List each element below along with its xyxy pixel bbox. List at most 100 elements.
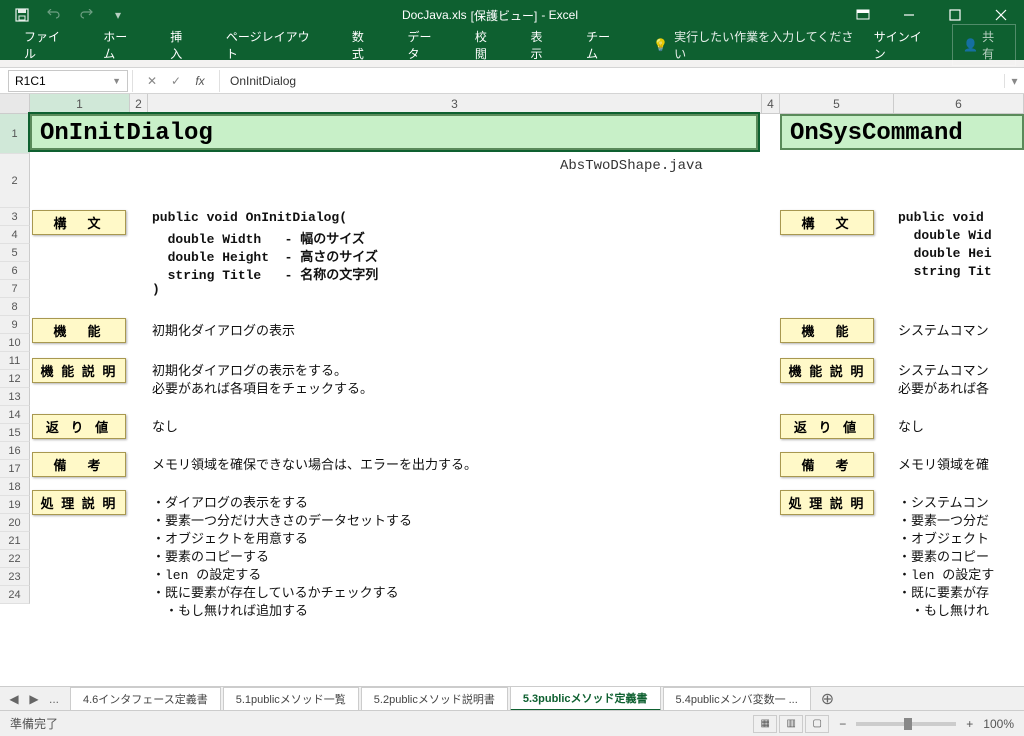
tab-team[interactable]: チーム xyxy=(570,30,637,60)
row-header[interactable]: 23 xyxy=(0,568,30,586)
zoom-slider[interactable] xyxy=(856,722,956,726)
java-filename: AbsTwoDShape.java xyxy=(560,158,703,174)
tab-pagelayout[interactable]: ページレイアウト xyxy=(210,30,336,60)
row-header[interactable]: 19 xyxy=(0,496,30,514)
formula-bar: R1C1 ▼ ✕ ✓ fx OnInitDialog ▾ xyxy=(0,68,1024,94)
funcdesc-line: 必要があれば各項目をチェックする。 xyxy=(152,378,373,397)
row-header[interactable]: 7 xyxy=(0,280,30,298)
sheet-tab[interactable]: 5.2publicメソッド説明書 xyxy=(361,687,508,710)
signin-button[interactable]: サインイン xyxy=(862,24,944,66)
sheet-tab[interactable]: 4.6インタフェース定義書 xyxy=(70,687,221,710)
tab-formulas[interactable]: 数式 xyxy=(336,30,392,60)
row-header[interactable]: 22 xyxy=(0,550,30,568)
tab-data[interactable]: データ xyxy=(392,30,459,60)
col-header[interactable]: 3 xyxy=(148,94,762,113)
tab-home[interactable]: ホーム xyxy=(87,30,154,60)
syntax-line: string Title - 名称の文字列 xyxy=(152,264,378,283)
expand-formula-icon[interactable]: ▾ xyxy=(1004,74,1024,88)
add-sheet-icon[interactable]: ⊕ xyxy=(811,689,844,709)
zoom-level[interactable]: 100% xyxy=(983,717,1014,731)
label-proc: 処 理 説 明 xyxy=(32,490,126,515)
row-header[interactable]: 14 xyxy=(0,406,30,424)
proc-line: ・オブジェクトを用意する xyxy=(152,528,308,547)
view-pagelayout-icon[interactable]: ▥ xyxy=(779,715,803,733)
sheet-tab[interactable]: 5.4publicメンバ変数一 ... xyxy=(663,687,811,710)
row-header[interactable]: 11 xyxy=(0,352,30,370)
zoom-in-icon[interactable]: + xyxy=(966,717,973,731)
row-header[interactable]: 8 xyxy=(0,298,30,316)
tab-view[interactable]: 表示 xyxy=(515,30,571,60)
view-pagebreak-icon[interactable]: ▢ xyxy=(805,715,829,733)
lightbulb-icon: 💡 xyxy=(653,38,668,52)
sheet-tab-active[interactable]: 5.3publicメソッド定義書 xyxy=(510,686,661,711)
enter-formula-icon[interactable]: ✓ xyxy=(165,74,187,88)
tab-insert[interactable]: 挿入 xyxy=(154,30,210,60)
chevron-down-icon[interactable]: ▼ xyxy=(112,76,121,86)
func-text-r: システムコマン xyxy=(898,320,989,339)
note-text: メモリ領域を確保できない場合は、エラーを出力する。 xyxy=(152,454,477,473)
worksheet-grid[interactable]: 1 2 3 4 5 6 1 2 3 4 5 6 7 8 9 10 11 12 1… xyxy=(0,94,1024,604)
tab-file[interactable]: ファイル xyxy=(8,30,87,60)
proc-line: ・要素のコピーする xyxy=(152,546,269,565)
person-icon: 👤 xyxy=(963,38,978,52)
row-header[interactable]: 20 xyxy=(0,514,30,532)
doc-name: DocJava.xls xyxy=(402,8,467,22)
syntax-line-r: public void xyxy=(898,210,984,225)
proc-line-r: ・既に要素が存 xyxy=(898,582,989,601)
label-syntax: 構 文 xyxy=(32,210,126,235)
row-header[interactable]: 9 xyxy=(0,316,30,334)
col-header[interactable]: 4 xyxy=(762,94,780,113)
tab-nav-more[interactable]: ... xyxy=(46,692,62,706)
zoom-out-icon[interactable]: − xyxy=(839,717,846,731)
row-header[interactable]: 21 xyxy=(0,532,30,550)
col-header[interactable]: 2 xyxy=(130,94,148,113)
col-header[interactable]: 1 xyxy=(30,94,130,113)
share-label: 共有 xyxy=(982,28,1005,62)
proc-line: ・要素一つ分だけ大きさのデータセットする xyxy=(152,510,412,529)
row-header[interactable]: 24 xyxy=(0,586,30,604)
tell-me-search[interactable]: 💡 実行したい作業を入力してください xyxy=(653,28,862,62)
row-header[interactable]: 5 xyxy=(0,244,30,262)
select-all-corner[interactable] xyxy=(0,94,30,113)
share-button[interactable]: 👤 共有 xyxy=(952,24,1016,66)
label-syntax-r: 構 文 xyxy=(780,210,874,235)
tab-review[interactable]: 校閲 xyxy=(459,30,515,60)
tab-nav-prev-icon[interactable]: ◀ xyxy=(6,692,22,706)
row-header[interactable]: 17 xyxy=(0,460,30,478)
name-box[interactable]: R1C1 ▼ xyxy=(8,70,128,92)
col-header[interactable]: 5 xyxy=(780,94,894,113)
proc-line: ・len の設定する xyxy=(152,564,261,583)
funcdesc-line: 初期化ダイアログの表示をする。 xyxy=(152,360,347,379)
sheet-tabs-bar: ◀ ▶ ... 4.6インタフェース定義書 5.1publicメソッド一覧 5.… xyxy=(0,686,1024,710)
redo-icon[interactable] xyxy=(72,2,100,28)
label-func-r: 機 能 xyxy=(780,318,874,343)
row-header[interactable]: 2 xyxy=(0,154,30,208)
row-header[interactable]: 1 xyxy=(0,114,30,154)
col-header[interactable]: 6 xyxy=(894,94,1024,113)
row-header[interactable]: 10 xyxy=(0,334,30,352)
cancel-formula-icon[interactable]: ✕ xyxy=(141,74,163,88)
syntax-line-r: double Wid xyxy=(898,228,992,243)
fx-icon[interactable]: fx xyxy=(189,74,211,88)
row-header[interactable]: 12 xyxy=(0,370,30,388)
row-header[interactable]: 3 xyxy=(0,208,30,226)
row-header[interactable]: 6 xyxy=(0,262,30,280)
proc-line-r: ・len の設定す xyxy=(898,564,994,583)
label-func: 機 能 xyxy=(32,318,126,343)
sheet-tab[interactable]: 5.1publicメソッド一覧 xyxy=(223,687,359,710)
save-icon[interactable] xyxy=(8,2,36,28)
label-note: 備 考 xyxy=(32,452,126,477)
label-funcdesc-r: 機 能 説 明 xyxy=(780,358,874,383)
row-header[interactable]: 18 xyxy=(0,478,30,496)
row-header[interactable]: 13 xyxy=(0,388,30,406)
view-normal-icon[interactable]: ▦ xyxy=(753,715,777,733)
row-header[interactable]: 4 xyxy=(0,226,30,244)
undo-icon[interactable] xyxy=(40,2,68,28)
tab-nav-next-icon[interactable]: ▶ xyxy=(26,692,42,706)
proc-line-r: ・もし無けれ xyxy=(898,600,989,619)
row-header[interactable]: 15 xyxy=(0,424,30,442)
qat-dropdown-icon[interactable]: ▾ xyxy=(104,2,132,28)
formula-input[interactable]: OnInitDialog xyxy=(220,74,1004,88)
window-title: DocJava.xls [保護ビュー] - Excel xyxy=(140,7,840,24)
row-header[interactable]: 16 xyxy=(0,442,30,460)
